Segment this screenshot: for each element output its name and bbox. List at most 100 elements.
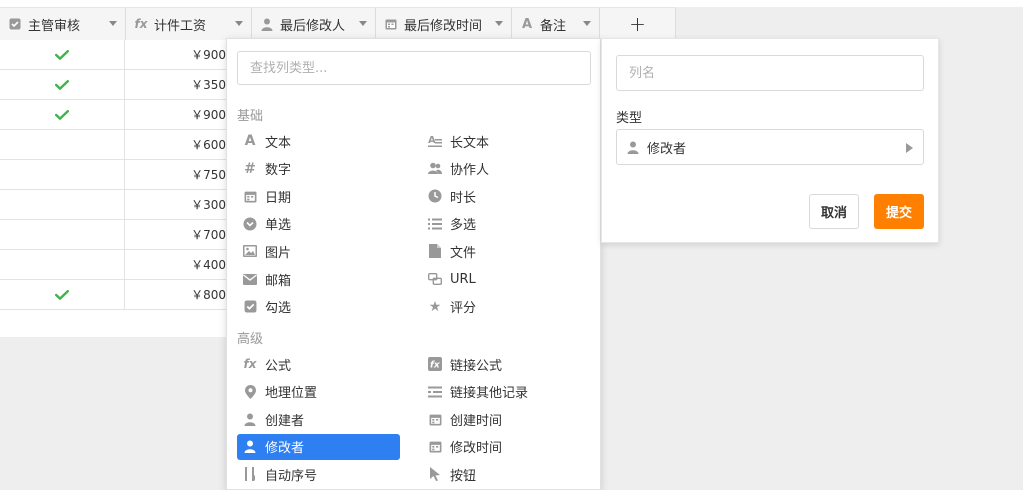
type-option[interactable]: URL	[422, 266, 585, 292]
approval-cell[interactable]	[0, 130, 125, 159]
type-option[interactable]: 时长	[422, 183, 585, 209]
type-option[interactable]: fx 链接公式	[422, 351, 585, 377]
type-option[interactable]: 日期	[237, 183, 400, 209]
collaborator-icon	[428, 162, 442, 176]
wage-cell[interactable]: ￥800	[125, 280, 226, 309]
approval-cell[interactable]	[0, 220, 125, 249]
cancel-button[interactable]: 取消	[809, 194, 859, 229]
column-type-search-input[interactable]	[237, 51, 591, 85]
column-header-notes[interactable]: A 备注	[512, 8, 600, 40]
type-option[interactable]: fx 公式	[237, 351, 400, 377]
single-select-icon	[243, 217, 257, 231]
chevron-down-icon[interactable]	[583, 21, 591, 26]
approval-cell[interactable]	[0, 40, 125, 69]
type-option-label: URL	[450, 271, 476, 287]
check-icon	[55, 289, 69, 300]
type-option[interactable]: 按钮	[422, 461, 585, 487]
link-icon	[428, 272, 442, 286]
type-option[interactable]: 邮箱	[237, 266, 400, 292]
approval-cell[interactable]	[0, 70, 125, 99]
wage-value: ￥350	[191, 78, 226, 92]
chevron-down-icon[interactable]	[495, 21, 503, 26]
type-option-label: 协作人	[450, 163, 490, 179]
column-header-label: 最后修改时间	[404, 18, 483, 34]
column-header-label: 计件工资	[154, 18, 207, 34]
type-option[interactable]: # 数字	[237, 156, 400, 182]
wage-value: ￥900	[191, 48, 226, 62]
column-header-last-modifier[interactable]: 最后修改人	[252, 8, 376, 40]
long-text-icon: A	[428, 134, 442, 148]
column-type-select[interactable]: 修改者	[616, 129, 924, 165]
type-option-label: 文本	[265, 135, 292, 151]
wage-value: ￥300	[191, 198, 226, 212]
table-row[interactable]: ￥750	[0, 160, 226, 190]
chevron-down-icon[interactable]	[359, 21, 367, 26]
link-formula-icon: fx	[428, 357, 442, 371]
approval-cell[interactable]	[0, 190, 125, 219]
type-option[interactable]: 链接其他记录	[422, 379, 585, 405]
type-option[interactable]: 地理位置	[237, 379, 400, 405]
type-option[interactable]: 创建者	[237, 406, 400, 432]
type-option-label: 创建时间	[450, 413, 503, 429]
email-icon	[243, 272, 257, 286]
type-option[interactable]: 多选	[422, 211, 585, 237]
type-option[interactable]: 修改时间	[422, 434, 585, 460]
wage-value: ￥800	[191, 288, 226, 302]
column-type-value: 修改者	[647, 141, 687, 157]
wage-cell[interactable]: ￥900	[125, 100, 226, 129]
column-header-last-modified-time[interactable]: 最后修改时间	[376, 8, 512, 40]
type-option[interactable]: 单选	[237, 211, 400, 237]
type-option[interactable]: ★ 评分	[422, 294, 585, 320]
column-header-wage[interactable]: fx 计件工资	[126, 8, 252, 40]
chevron-down-icon[interactable]	[235, 21, 243, 26]
wage-cell[interactable]: ￥400	[125, 250, 226, 279]
type-option[interactable]: 图片	[237, 238, 400, 264]
type-option[interactable]: 文件	[422, 238, 585, 264]
type-option-label: 修改者	[265, 441, 305, 457]
table-row[interactable]: ￥800	[0, 280, 226, 310]
type-option[interactable]: A 文本	[237, 128, 400, 154]
multi-select-icon	[428, 217, 442, 231]
image-icon	[243, 244, 257, 258]
table-row[interactable]: ￥350	[0, 70, 226, 100]
type-option[interactable]: A 长文本	[422, 128, 585, 154]
type-option-label: 创建者	[265, 413, 305, 429]
column-name-input[interactable]	[616, 55, 924, 91]
wage-cell[interactable]: ￥300	[125, 190, 226, 219]
type-option[interactable]: 修改者	[237, 433, 400, 460]
submit-button[interactable]: 提交	[874, 194, 924, 229]
approval-cell[interactable]	[0, 250, 125, 279]
type-option[interactable]: 创建时间	[422, 406, 585, 432]
auto-number-icon	[243, 467, 257, 482]
type-option[interactable]: 勾选	[237, 294, 400, 320]
formula-icon: fx	[243, 357, 257, 371]
user-icon	[260, 17, 274, 31]
approval-cell[interactable]	[0, 160, 125, 189]
type-option[interactable]: 自动序号	[237, 461, 400, 487]
table-row[interactable]: ￥700	[0, 220, 226, 250]
wage-cell[interactable]: ￥700	[125, 220, 226, 249]
table-row[interactable]: ￥400	[0, 250, 226, 280]
column-header-label: 备注	[540, 18, 567, 34]
formula-icon: fx	[134, 17, 148, 31]
table-row[interactable]: ￥900	[0, 40, 226, 70]
wage-value: ￥400	[191, 258, 226, 272]
column-header-approval[interactable]: 主管审核	[0, 8, 126, 40]
table-row[interactable]: ￥900	[0, 100, 226, 130]
type-option-label: 评分	[450, 301, 477, 317]
add-column-button[interactable]: +	[600, 8, 676, 40]
wage-cell[interactable]: ￥350	[125, 70, 226, 99]
wage-cell[interactable]: ￥900	[125, 40, 226, 69]
approval-cell[interactable]	[0, 280, 125, 309]
svg-text:A: A	[428, 135, 436, 146]
chevron-down-icon[interactable]	[109, 21, 117, 26]
wage-cell[interactable]: ￥750	[125, 160, 226, 189]
type-option[interactable]: 协作人	[422, 156, 585, 182]
wage-cell[interactable]: ￥600	[125, 130, 226, 159]
approval-cell[interactable]	[0, 100, 125, 129]
table-row[interactable]: ￥300	[0, 190, 226, 220]
table-row[interactable]: ￥600	[0, 130, 226, 160]
wage-value: ￥750	[191, 168, 226, 182]
plus-icon: +	[629, 12, 646, 36]
type-option-label: 修改时间	[450, 441, 503, 457]
